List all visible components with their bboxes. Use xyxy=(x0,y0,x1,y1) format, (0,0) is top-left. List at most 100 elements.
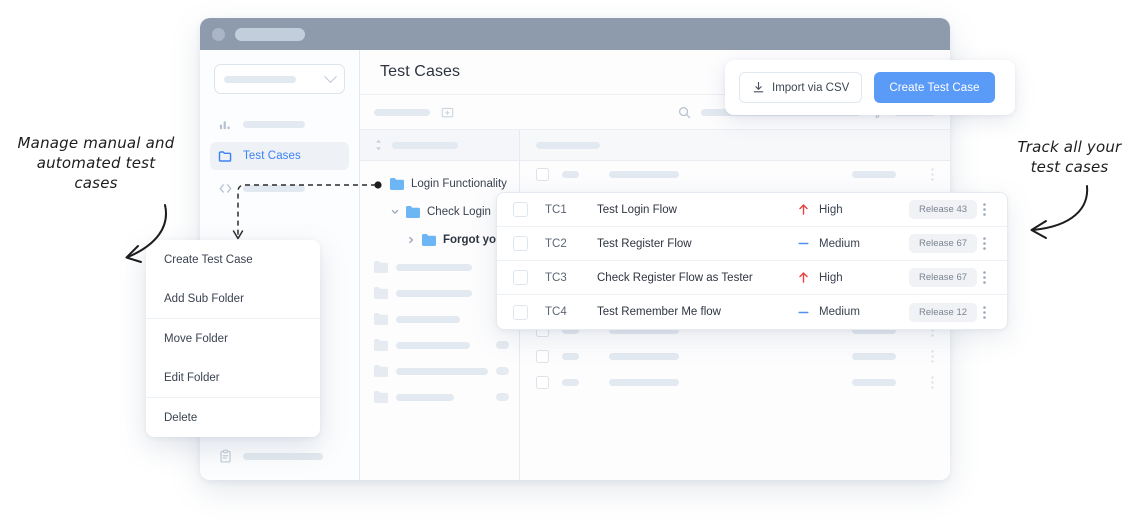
skeleton-title xyxy=(609,378,679,386)
folder-tree-skeleton-row xyxy=(360,332,519,358)
folder-tree-skeleton-row xyxy=(360,358,519,384)
more-vertical-icon xyxy=(982,305,986,319)
annotation-left-arrow xyxy=(125,204,167,263)
table-header-label xyxy=(536,141,600,149)
chevron-down-icon xyxy=(324,69,337,83)
create-test-case-button[interactable]: Create Test Case xyxy=(874,72,995,103)
more-vertical-icon[interactable] xyxy=(931,375,934,389)
table-row[interactable]: TC3 Check Register Flow as Tester High Rele… xyxy=(497,261,1007,295)
test-case-table: TC1 Test Login Flow High Release 43 TC2 Test … xyxy=(496,192,1008,330)
test-case-skeleton-row xyxy=(520,161,950,187)
page-title: Test Cases xyxy=(380,63,461,80)
priority-label: High xyxy=(819,203,843,216)
action-card: Import via CSV Create Test Case xyxy=(725,60,1015,115)
dashed-connector xyxy=(232,181,382,240)
skeleton-id xyxy=(562,352,579,360)
release-cell: Release 12 xyxy=(909,302,977,322)
more-vertical-icon xyxy=(982,203,986,216)
row-checkbox[interactable] xyxy=(536,349,549,363)
chevron-right-icon[interactable] xyxy=(406,236,415,244)
row-checkbox[interactable] xyxy=(513,304,528,320)
clipboard-icon xyxy=(220,449,231,463)
release-cell: Release 43 xyxy=(909,200,977,219)
sidebar-item-reports[interactable] xyxy=(210,110,349,138)
project-select[interactable] xyxy=(214,64,345,94)
release-badge: Release 67 xyxy=(909,268,977,287)
project-select-value xyxy=(224,75,296,83)
window-dot-icon xyxy=(212,27,225,41)
more-vertical-icon[interactable] xyxy=(931,167,934,181)
test-case-title: Test Register Flow xyxy=(597,237,692,250)
skeleton-bar xyxy=(396,393,454,401)
test-case-title: Check Register Flow as Tester xyxy=(597,271,753,284)
priority-label: High xyxy=(819,271,843,284)
skeleton-title xyxy=(609,352,679,360)
import-via-csv-button[interactable]: Import via CSV xyxy=(739,72,863,103)
skeleton-bar xyxy=(396,367,488,375)
download-icon xyxy=(753,81,764,93)
import-via-csv-label: Import via CSV xyxy=(772,81,850,94)
row-menu-button[interactable] xyxy=(977,203,991,216)
row-menu-button[interactable] xyxy=(977,237,991,250)
priority-cell: High xyxy=(797,203,909,216)
test-case-title: Test Remember Me flow xyxy=(597,306,721,318)
search-icon[interactable] xyxy=(677,105,692,120)
release-badge: Release 67 xyxy=(909,234,977,253)
test-case-title: Test Login Flow xyxy=(597,203,677,216)
release-cell: Release 67 xyxy=(909,268,977,287)
annotation-right-arrow xyxy=(1030,185,1089,239)
row-menu-button[interactable] xyxy=(977,271,991,284)
row-checkbox[interactable] xyxy=(536,167,549,181)
sidebar-item-label xyxy=(243,453,323,460)
context-menu-item[interactable]: Add Sub Folder xyxy=(146,279,320,318)
sidebar-item-docs[interactable] xyxy=(210,449,331,464)
table-row[interactable]: TC4 Test Remember Me flow Medium Release 12 xyxy=(497,295,1007,329)
skeleton-bar xyxy=(396,263,472,271)
folder-icon xyxy=(422,234,436,246)
skeleton-bar xyxy=(396,289,472,297)
context-menu-item[interactable]: Edit Folder xyxy=(146,358,320,397)
folder-icon xyxy=(374,313,388,325)
priority-cell: Medium xyxy=(797,237,909,250)
release-badge: Release 12 xyxy=(909,302,977,322)
more-vertical-icon[interactable] xyxy=(931,349,934,363)
annotation-right: Track all your test cases xyxy=(1017,138,1122,176)
more-vertical-icon xyxy=(982,271,986,284)
table-row[interactable]: TC2 Test Register Flow Medium Release 67 xyxy=(497,227,1007,261)
row-checkbox[interactable] xyxy=(536,375,549,389)
row-menu-button[interactable] xyxy=(977,305,991,319)
breadcrumb xyxy=(374,108,430,116)
window-titlebar xyxy=(200,18,950,50)
row-checkbox[interactable] xyxy=(513,202,528,217)
row-checkbox[interactable] xyxy=(513,270,528,285)
arrow-up-icon xyxy=(799,204,808,215)
table-row[interactable]: TC1 Test Login Flow High Release 43 xyxy=(497,193,1007,227)
tree-node-label: Login Functionality xyxy=(411,178,507,190)
tree-node-label: Check Login xyxy=(427,206,491,218)
folder-icon xyxy=(374,339,388,351)
row-checkbox[interactable] xyxy=(513,236,528,251)
folder-icon xyxy=(374,391,388,403)
test-case-id: TC2 xyxy=(545,237,567,250)
test-case-id: TC3 xyxy=(545,271,567,284)
folder-icon xyxy=(374,365,388,377)
context-menu-item[interactable]: Delete xyxy=(146,398,320,437)
sidebar-item-label xyxy=(243,120,305,128)
folder-tree-header xyxy=(360,130,519,161)
folder-icon xyxy=(406,206,420,218)
skeleton-release xyxy=(852,170,896,178)
folder-icon xyxy=(374,261,388,273)
skeleton-release xyxy=(852,352,896,360)
skeleton-id xyxy=(562,170,579,178)
folder-icon xyxy=(374,287,388,299)
sidebar-item-test-cases[interactable]: Test Cases xyxy=(210,142,349,170)
dash-icon xyxy=(798,242,809,245)
window-title-placeholder xyxy=(235,27,305,41)
skeleton-title xyxy=(609,170,679,178)
add-folder-icon[interactable] xyxy=(440,105,455,120)
folder-tree-skeleton-row xyxy=(360,384,519,410)
skeleton-pill xyxy=(496,341,509,349)
sort-icon[interactable] xyxy=(374,138,383,152)
context-menu-item[interactable]: Move Folder xyxy=(146,319,320,358)
screenshot-stage: Test Cases Test Cases Login Functionalit… xyxy=(0,0,1142,520)
